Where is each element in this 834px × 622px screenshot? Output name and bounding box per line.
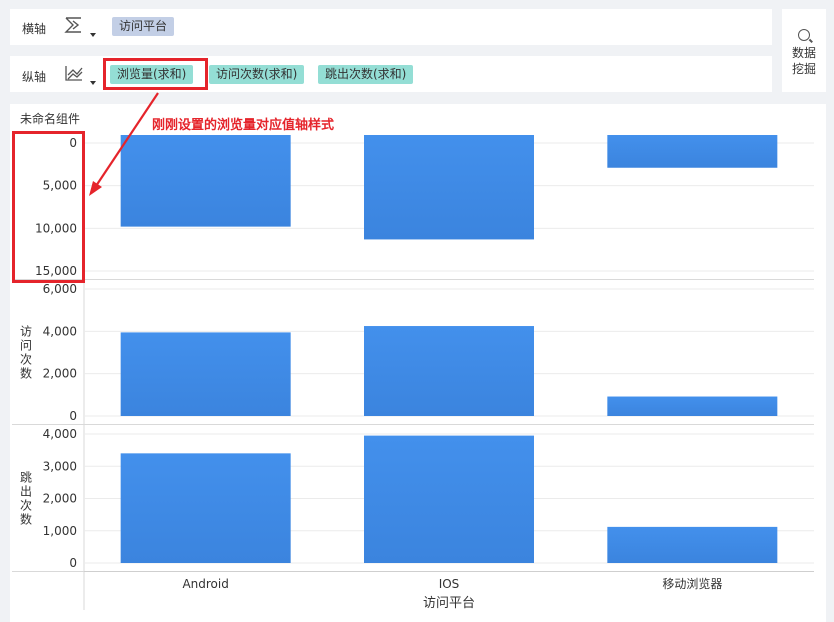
x-tick-label: Android xyxy=(182,577,228,591)
y-tick-label: 4,000 xyxy=(43,427,77,441)
x-tick-label: IOS xyxy=(439,577,460,591)
y-tick-label: 4,000 xyxy=(43,324,77,338)
y-tick-label: 0 xyxy=(69,409,77,423)
bar xyxy=(364,326,534,416)
y-tick-label: 1,000 xyxy=(43,524,77,538)
annotation-text: 刚刚设置的浏览量对应值轴样式 xyxy=(152,118,335,133)
y-tick-label: 2,000 xyxy=(43,492,77,506)
bar xyxy=(607,396,778,416)
y-tick-label: 6,000 xyxy=(43,282,77,296)
bar-chart: 05,00010,00015,00002,0004,0006,000访问次数01… xyxy=(12,135,814,611)
bar xyxy=(120,332,291,416)
value-axis-highlight xyxy=(12,131,85,283)
bar xyxy=(607,526,778,563)
y-tick-label: 3,000 xyxy=(43,459,77,473)
bar xyxy=(364,135,534,240)
bar xyxy=(120,135,291,227)
selected-chip-highlight xyxy=(103,58,208,90)
y-tick-label: 0 xyxy=(69,556,77,570)
y-tick-label: 2,000 xyxy=(43,367,77,381)
x-tick-label: 移动浏览器 xyxy=(662,576,722,591)
bar xyxy=(364,435,534,563)
y-axis-title: 跳出次数 xyxy=(20,471,32,527)
bar xyxy=(120,453,291,563)
bar xyxy=(607,135,778,168)
y-axis-title: 访问次数 xyxy=(20,325,32,381)
x-axis-title: 访问平台 xyxy=(423,596,475,611)
